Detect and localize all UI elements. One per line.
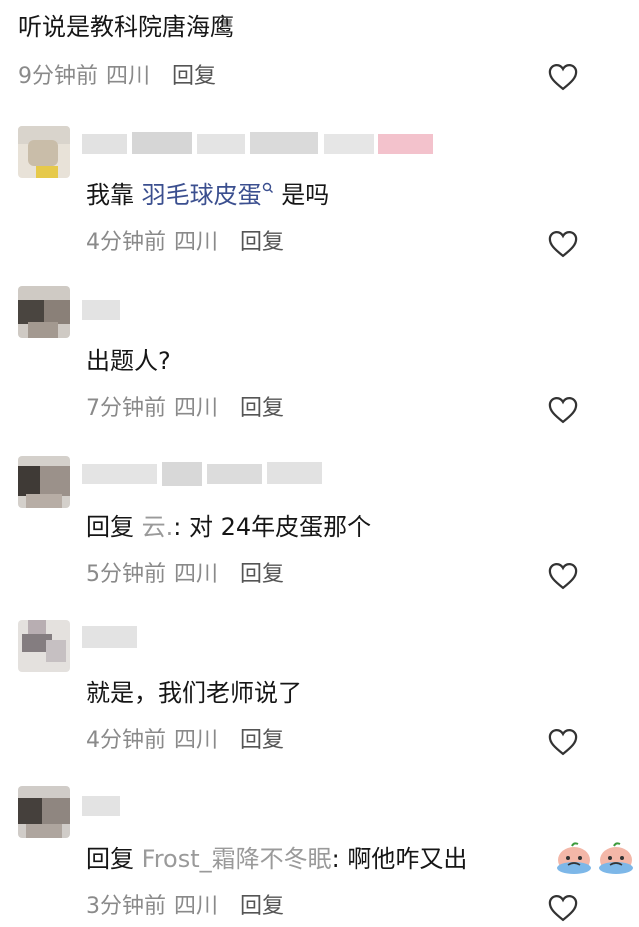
like-heart-icon[interactable]: [548, 562, 578, 590]
comment-time: 4分钟前: [86, 230, 166, 255]
avatar[interactable]: [18, 286, 70, 338]
reply-button[interactable]: 回复: [240, 894, 284, 919]
avatar[interactable]: [18, 126, 70, 178]
search-small-icon: [262, 182, 273, 193]
comment-text: 回复 云.: 对 24年皮蛋那个: [86, 513, 372, 541]
blurred-username: [82, 132, 433, 154]
comment-text: 我靠 羽毛球皮蛋 是吗: [86, 181, 330, 209]
comment-text: 回复 Frost_霜降不冬眠: 啊他咋又出: [86, 845, 468, 873]
comment-meta: 4分钟前 四川 回复: [86, 728, 284, 754]
blurred-username: [82, 300, 120, 320]
reply-to-user[interactable]: Frost_霜降不冬眠: [142, 845, 332, 873]
comment-text: 出题人?: [86, 347, 171, 375]
blurred-username: [82, 462, 322, 486]
blurred-avatar-image: [18, 456, 70, 508]
reply-prefix: 回复: [86, 845, 142, 873]
comment-meta: 5分钟前 四川 回复: [86, 562, 284, 588]
comment-meta: 7分钟前 四川 回复: [86, 396, 284, 422]
comment-meta: 4分钟前 四川 回复: [86, 230, 284, 256]
comment-time: 5分钟前: [86, 562, 166, 587]
comment-time: 9分钟前: [18, 64, 98, 89]
like-heart-icon[interactable]: [548, 63, 578, 91]
reply-button[interactable]: 回复: [240, 230, 284, 255]
avatar[interactable]: [18, 786, 70, 838]
reply-button[interactable]: 回复: [240, 728, 284, 753]
blurred-username: [82, 796, 120, 816]
comment-location: 四川: [174, 562, 219, 587]
crying-emoji: [557, 842, 633, 874]
comment-location: 四川: [106, 64, 151, 89]
blurred-username: [82, 626, 137, 648]
comment-location: 四川: [174, 396, 219, 421]
avatar[interactable]: [18, 456, 70, 508]
reply-prefix: 回复: [86, 513, 142, 541]
like-heart-icon[interactable]: [548, 230, 578, 258]
blurred-avatar-image: [18, 620, 70, 672]
blurred-avatar-image: [18, 786, 70, 838]
avatar[interactable]: [18, 620, 70, 672]
comment-location: 四川: [174, 728, 219, 753]
comment-time: 3分钟前: [86, 894, 166, 919]
reply-to-user[interactable]: 云.: [142, 513, 174, 541]
like-heart-icon[interactable]: [548, 396, 578, 424]
comment-meta: 9分钟前 四川 回复: [18, 64, 216, 90]
comment-location: 四川: [174, 894, 219, 919]
reply-button[interactable]: 回复: [172, 64, 216, 89]
reply-button[interactable]: 回复: [240, 396, 284, 421]
reply-button[interactable]: 回复: [240, 562, 284, 587]
comment-meta: 3分钟前 四川 回复: [86, 894, 284, 920]
blurred-avatar-image: [18, 126, 70, 178]
comment-location: 四川: [174, 230, 219, 255]
comment-time: 7分钟前: [86, 396, 166, 421]
like-heart-icon[interactable]: [548, 894, 578, 922]
comment-time: 4分钟前: [86, 728, 166, 753]
blurred-avatar-image: [18, 286, 70, 338]
comment-text: 就是，我们老师说了: [86, 679, 302, 707]
topic-link[interactable]: 羽毛球皮蛋: [142, 181, 262, 209]
comment-text: 听说是教科院唐海鹰: [18, 13, 234, 41]
like-heart-icon[interactable]: [548, 728, 578, 756]
